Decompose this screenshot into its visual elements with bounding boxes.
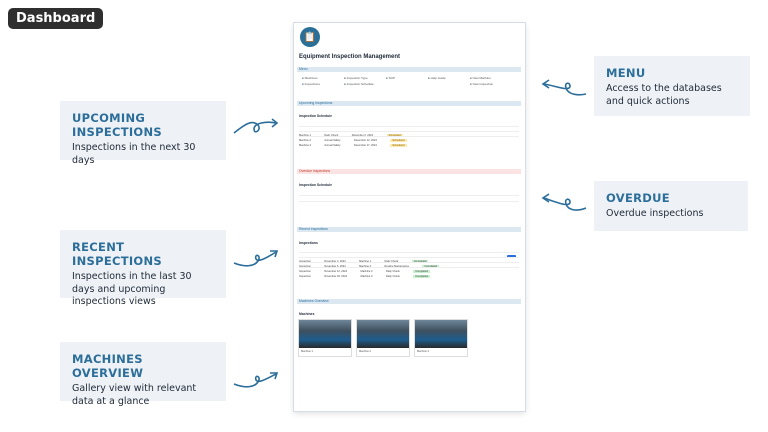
page-title: Equipment Inspection Management <box>299 54 401 60</box>
cell: December 12, 2024 <box>354 139 377 142</box>
status-badge: Completed <box>413 270 430 273</box>
table-row <box>299 192 519 196</box>
cell: November 12, 2024 <box>324 270 348 273</box>
machine-name: Machine 1 <box>301 350 313 353</box>
dashboard-badge: Dashboard <box>8 8 104 29</box>
table-row <box>299 198 519 202</box>
status-badge: Scheduled <box>390 139 407 142</box>
cell: Annual Safety <box>324 139 341 142</box>
section-upcoming: Upcoming Inspections <box>297 101 521 106</box>
callout-recent-title: RECENT INSPECTIONS <box>72 240 163 268</box>
menu-item[interactable]: New Inspection <box>470 82 512 86</box>
table-row[interactable]: Machine 1 Daily Check December 2, 2024 S… <box>299 123 519 137</box>
table-row[interactable]: Inspection November 12, 2024 Machine 3 D… <box>299 259 519 273</box>
cell: Machine 2 <box>299 139 311 142</box>
machines-subtitle: Machines <box>299 312 315 316</box>
cell: Daily Check <box>385 275 400 278</box>
callout-menu-desc: Access to the databases and quick action… <box>606 83 722 107</box>
arrow-recent-icon <box>233 250 279 267</box>
cell: Inspection <box>299 275 311 278</box>
callout-upcoming-title: UPCOMING INSPECTIONS <box>72 111 163 139</box>
machine-image <box>415 320 467 348</box>
menu-item[interactable]: Machines <box>302 76 344 80</box>
menu-item[interactable]: Inspection Schedule <box>344 82 386 86</box>
cell: December 17, 2024 <box>354 144 377 147</box>
schedule-subtitle: Inspection Schedule <box>299 114 332 118</box>
menu-item[interactable]: Inspections <box>302 82 344 86</box>
menu-item[interactable]: New Machine <box>470 76 512 80</box>
callout-recent: RECENT INSPECTIONS Inspections in the la… <box>60 230 226 307</box>
arrow-overdue-icon <box>541 193 587 211</box>
callout-menu-title: MENU <box>606 66 646 80</box>
cell: Machine 3 <box>360 275 373 278</box>
section-overdue: Overdue Inspections <box>297 169 521 174</box>
callout-upcoming: UPCOMING INSPECTIONS Inspections in the … <box>60 101 226 166</box>
machines-gallery: Machine 1 Machine 2 Machine 3 <box>298 319 520 357</box>
callout-menu: MENU Access to the databases and quick a… <box>594 56 750 116</box>
cell: Machine 3 <box>299 144 311 147</box>
arrow-upcoming-icon <box>233 118 279 134</box>
machine-image <box>299 320 351 348</box>
menu-item[interactable]: Help Guide <box>428 76 470 80</box>
cell: Inspection <box>299 270 311 273</box>
callout-machines-title: MACHINES OVERVIEW <box>72 352 144 380</box>
section-machines: Machines Overview <box>297 299 521 304</box>
machine-card[interactable]: Machine 3 <box>414 319 468 357</box>
section-recent: Recent Inspections <box>297 227 521 232</box>
callout-recent-desc: Inspections in the last 30 days and upco… <box>72 271 192 307</box>
table-row[interactable]: Machine 2 Annual Safety December 12, 202… <box>299 128 519 142</box>
menu-grid: Machines Inspection Type SOP Help Guide … <box>302 76 512 86</box>
arrow-machines-icon <box>233 372 279 388</box>
table-row[interactable]: Inspection November 18, 2024 Machine 3 D… <box>299 264 519 278</box>
clipboard-icon: 📋 <box>300 27 320 47</box>
cell: Daily Check <box>385 270 400 273</box>
menu-item[interactable]: SOP <box>386 76 428 80</box>
cell: Annual Safety <box>324 144 341 147</box>
arrow-menu-icon <box>541 79 587 96</box>
table-row[interactable]: Inspection November 4, 2024 Machine 1 Da… <box>299 249 519 263</box>
machine-card[interactable]: Machine 1 <box>298 319 352 357</box>
machine-image <box>357 320 409 348</box>
section-menu: Menu <box>297 67 521 72</box>
callout-overdue: OVERDUE Overdue inspections <box>594 181 748 231</box>
callout-machines: MACHINES OVERVIEW Gallery view with rele… <box>60 342 226 407</box>
menu-item[interactable]: Inspection Type <box>344 76 386 80</box>
callout-overdue-title: OVERDUE <box>606 191 670 205</box>
cell: Machine 3 <box>360 270 373 273</box>
inspections-subtitle: Inspections <box>299 241 318 245</box>
table-row[interactable]: Machine 3 Annual Safety December 17, 202… <box>299 133 519 147</box>
schedule-subtitle: Inspection Schedule <box>299 183 332 187</box>
status-badge: Scheduled <box>390 144 407 147</box>
machine-name: Machine 3 <box>417 350 429 353</box>
table-row[interactable]: Inspection November 6, 2024 Machine 2 Ro… <box>299 254 519 268</box>
notion-screenshot: 📋 Equipment Inspection Management Menu M… <box>294 23 525 411</box>
machine-name: Machine 2 <box>359 350 371 353</box>
machine-card[interactable]: Machine 2 <box>356 319 410 357</box>
callout-upcoming-desc: Inspections in the next 30 days <box>72 142 196 166</box>
cell: November 18, 2024 <box>324 275 348 278</box>
callout-overdue-desc: Overdue inspections <box>606 208 704 219</box>
status-badge: Completed <box>413 275 430 278</box>
callout-machines-desc: Gallery view with relevant data at a gla… <box>72 383 197 407</box>
